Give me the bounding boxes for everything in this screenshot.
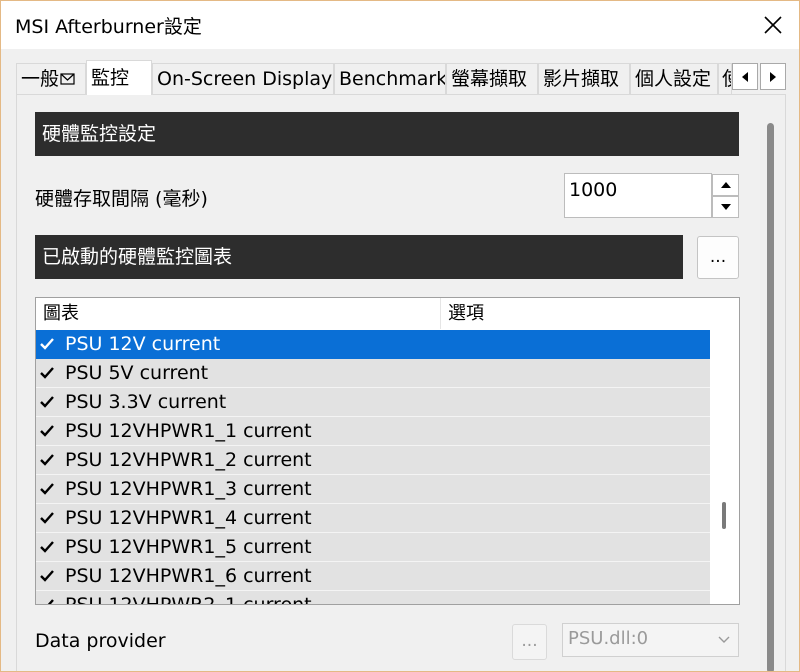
- data-provider-select[interactable]: PSU.dll:0: [562, 623, 739, 657]
- check-icon[interactable]: [39, 597, 55, 605]
- window-title: MSI Afterburner設定: [15, 16, 202, 38]
- list-item-label: PSU 12VHPWR1_2 current: [65, 449, 312, 471]
- check-icon[interactable]: [39, 365, 55, 381]
- data-provider-browse-button[interactable]: ...: [512, 624, 547, 660]
- section-header-active-graphs: 已啟動的硬體監控圖表: [35, 235, 683, 279]
- check-icon[interactable]: [39, 510, 55, 526]
- tab-label: 個人設定: [635, 68, 712, 90]
- list-item[interactable]: PSU 3.3V current: [36, 388, 710, 417]
- check-icon[interactable]: [39, 423, 55, 439]
- tab-general[interactable]: 一般: [16, 63, 86, 94]
- chevron-right-icon: [770, 71, 776, 82]
- list-header: 圖表 選項: [36, 298, 710, 331]
- polling-interval-input[interactable]: 1000: [564, 173, 712, 218]
- column-header-graph[interactable]: 圖表: [36, 298, 440, 329]
- tab-scroll-left-button[interactable]: [732, 63, 758, 90]
- page-scrollbar-thumb[interactable]: [767, 123, 774, 671]
- check-icon[interactable]: [39, 481, 55, 497]
- spin-down-icon: [720, 204, 731, 210]
- data-provider-value: PSU.dll:0: [568, 628, 649, 649]
- title-bar: MSI Afterburner設定: [1, 1, 799, 49]
- list-item[interactable]: PSU 12V current: [36, 330, 710, 359]
- spin-up-button[interactable]: [712, 174, 739, 196]
- list-item-label: PSU 12VHPWR2_1 current: [65, 594, 312, 605]
- list-scrollbar[interactable]: [710, 298, 739, 604]
- list-rows: PSU 12V current PSU 5V current PSU 3.3V cu…: [36, 330, 710, 605]
- list-item[interactable]: PSU 12VHPWR1_1 current: [36, 417, 710, 446]
- list-item[interactable]: PSU 12VHPWR2_1 current: [36, 591, 710, 605]
- chevron-down-icon: [718, 636, 730, 643]
- tab-scroll-right-button[interactable]: [760, 63, 786, 90]
- tab-label: 一般: [21, 68, 60, 90]
- list-item[interactable]: PSU 12VHPWR1_4 current: [36, 504, 710, 533]
- list-scrollbar-thumb[interactable]: [722, 502, 726, 529]
- tab-benchmark[interactable]: Benchmark: [334, 63, 446, 94]
- tab-label: Benchmark: [339, 68, 446, 90]
- tab-on-screen-display[interactable]: On-Screen Display: [152, 63, 334, 94]
- list-item[interactable]: PSU 12VHPWR1_3 current: [36, 475, 710, 504]
- tab-screen-capture[interactable]: 螢幕擷取: [446, 63, 538, 94]
- section-header-hw-monitor: 硬體監控設定: [35, 112, 739, 156]
- data-provider-label: Data provider: [35, 630, 166, 652]
- check-icon[interactable]: [39, 452, 55, 468]
- list-item-label: PSU 12V current: [65, 333, 221, 355]
- list-item-label: PSU 5V current: [65, 362, 209, 384]
- check-icon[interactable]: [39, 568, 55, 584]
- tab-truncated[interactable]: 使: [718, 63, 732, 94]
- list-item[interactable]: PSU 5V current: [36, 359, 710, 388]
- mail-icon: [60, 73, 75, 85]
- tab-monitoring[interactable]: 監控: [86, 60, 152, 95]
- active-graphs-list[interactable]: 圖表 選項 PSU 12V current PSU 5V current PSU 3…: [35, 297, 740, 605]
- list-item[interactable]: PSU 12VHPWR1_2 current: [36, 446, 710, 475]
- spin-up-icon: [720, 182, 731, 188]
- tab-label: On-Screen Display: [157, 68, 333, 90]
- graph-properties-button[interactable]: ...: [697, 236, 739, 279]
- list-item-label: PSU 12VHPWR1_1 current: [65, 420, 312, 442]
- chevron-left-icon: [742, 71, 748, 82]
- list-item[interactable]: PSU 12VHPWR1_6 current: [36, 562, 710, 591]
- spin-down-button[interactable]: [712, 196, 739, 218]
- close-icon: [764, 16, 782, 34]
- tab-strip: 一般 監控 On-Screen Display Benchmark 螢幕擷取 影…: [16, 60, 786, 95]
- tab-profiles[interactable]: 個人設定: [630, 63, 718, 94]
- polling-interval-label: 硬體存取間隔 (毫秒): [35, 188, 208, 210]
- settings-window: MSI Afterburner設定 一般 監控 On-Screen Displa…: [0, 0, 800, 672]
- tab-label: 螢幕擷取: [451, 68, 528, 90]
- list-item-label: PSU 12VHPWR1_6 current: [65, 565, 312, 587]
- list-item-label: PSU 12VHPWR1_5 current: [65, 536, 312, 558]
- check-icon[interactable]: [39, 336, 55, 352]
- tab-video-capture[interactable]: 影片擷取: [538, 63, 630, 94]
- list-item-label: PSU 12VHPWR1_3 current: [65, 478, 312, 500]
- list-item[interactable]: PSU 12VHPWR1_5 current: [36, 533, 710, 562]
- check-icon[interactable]: [39, 539, 55, 555]
- list-item-label: PSU 3.3V current: [65, 391, 227, 413]
- column-header-options[interactable]: 選項: [441, 298, 710, 329]
- tab-label: 監控: [91, 67, 130, 89]
- close-button[interactable]: [746, 1, 799, 49]
- tab-label: 使: [722, 68, 731, 90]
- check-icon[interactable]: [39, 394, 55, 410]
- list-item-label: PSU 12VHPWR1_4 current: [65, 507, 312, 529]
- tab-label: 影片擷取: [543, 68, 620, 90]
